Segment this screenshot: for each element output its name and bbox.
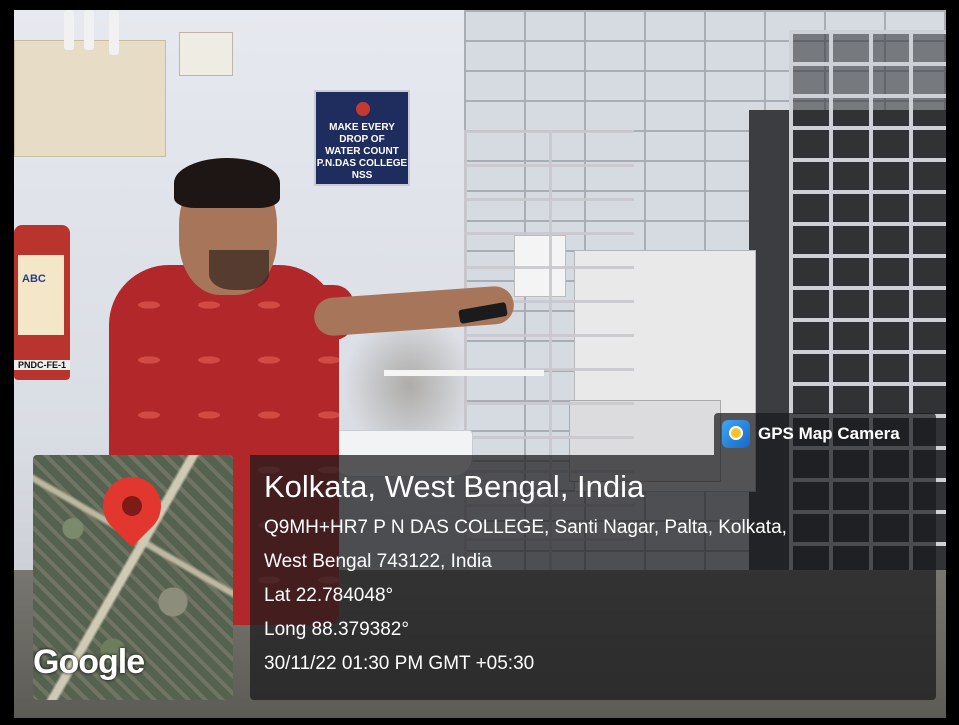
photo-frame: ABC PNDC-FE-1 MAKE EVERY DROP OF WATER C… (0, 0, 959, 725)
person-beard (209, 250, 269, 290)
address-line-1: Q9MH+HR7 P N DAS COLLEGE, Santi Nagar, P… (264, 517, 787, 538)
sign-line: P.N.DAS COLLEGE NSS (316, 158, 408, 181)
google-logo: Google (33, 643, 145, 681)
gps-app-name: GPS Map Camera (758, 424, 900, 443)
gps-map-camera-icon (722, 420, 750, 448)
electric-panel (14, 40, 166, 157)
tap-pipe (384, 370, 544, 376)
extinguisher-code-text: PNDC-FE-1 (14, 360, 70, 370)
gps-app-badge: GPS Map Camera (714, 413, 936, 455)
sign-emblem-icon (356, 102, 370, 116)
gps-icon-dot (729, 426, 743, 440)
map-thumbnail: Google (33, 455, 233, 700)
person-hair (174, 158, 280, 208)
switch-box (179, 32, 233, 76)
location-title: Kolkata, West Bengal, India (264, 469, 645, 504)
wall-pipe (109, 10, 119, 55)
map-pin-icon (90, 464, 174, 548)
map-pin-dot (117, 491, 147, 521)
timestamp: 30/11/22 01:30 PM GMT +05:30 (264, 653, 535, 674)
sign-line: MAKE EVERY DROP OF (329, 122, 395, 145)
nss-sign: MAKE EVERY DROP OF WATER COUNT P.N.DAS C… (314, 90, 410, 186)
address-line-2: West Bengal 743122, India (264, 551, 492, 572)
sign-line: WATER COUNT (325, 146, 399, 157)
latitude: Lat 22.784048° (264, 585, 394, 606)
extinguisher-label-panel (18, 255, 64, 335)
wall-pipe (64, 10, 74, 50)
location-info-panel: Kolkata, West Bengal, India Q9MH+HR7 P N… (250, 455, 936, 700)
extinguisher-class-text: ABC (22, 273, 46, 285)
wall-pipe (84, 10, 94, 50)
longitude: Long 88.379382° (264, 619, 409, 640)
fire-extinguisher: ABC PNDC-FE-1 (14, 225, 70, 380)
